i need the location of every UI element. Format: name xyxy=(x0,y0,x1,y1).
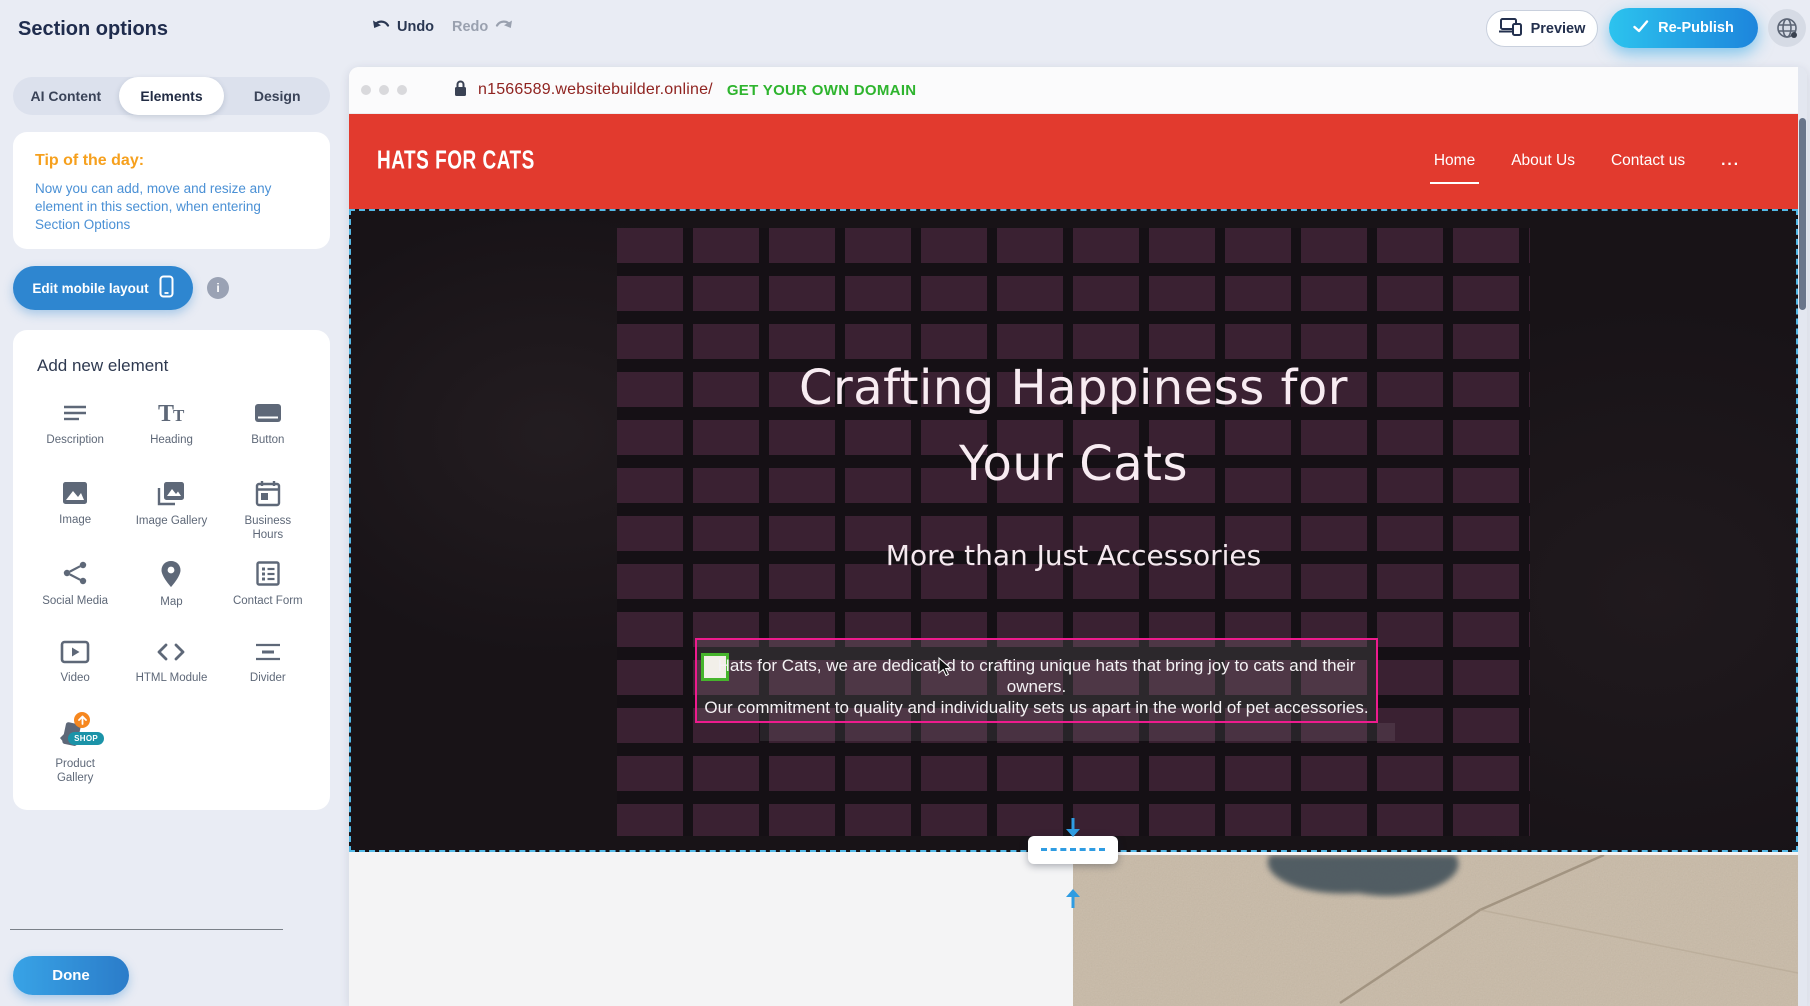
description-icon xyxy=(61,400,89,426)
social-media-icon xyxy=(61,560,89,587)
nav-more-button[interactable]: ... xyxy=(1721,152,1740,172)
element-product-gallery[interactable]: SHOP Product Gallery xyxy=(27,714,123,785)
tab-design[interactable]: Design xyxy=(224,77,330,115)
video-icon xyxy=(60,640,90,664)
element-contact-form[interactable]: Contact Form xyxy=(220,554,316,624)
contact-form-icon xyxy=(255,560,281,587)
mobile-phone-icon xyxy=(159,275,174,301)
element-business-hours[interactable]: Business Hours xyxy=(220,474,316,544)
image-icon xyxy=(61,480,89,506)
element-map[interactable]: Map xyxy=(123,554,219,624)
tile-wall-background xyxy=(617,228,1530,836)
redo-button[interactable]: Redo xyxy=(452,17,513,37)
address-bar-url[interactable]: n1566589.websitebuilder.online/ xyxy=(478,81,713,99)
element-html-module[interactable]: HTML Module xyxy=(123,634,219,704)
hero-heading[interactable]: Crafting Happiness for Your Cats xyxy=(349,350,1798,502)
element-image[interactable]: Image xyxy=(27,474,123,544)
map-icon xyxy=(160,560,182,588)
republish-label: Re-Publish xyxy=(1658,20,1734,36)
info-icon[interactable]: i xyxy=(207,277,229,299)
undo-button[interactable]: Undo xyxy=(372,17,434,37)
browser-chrome: n1566589.websitebuilder.online/ GET YOUR… xyxy=(349,67,1807,114)
business-hours-icon xyxy=(255,480,281,507)
redo-icon xyxy=(494,17,513,37)
language-button[interactable] xyxy=(1768,9,1806,47)
site-preview-window: n1566589.websitebuilder.online/ GET YOUR… xyxy=(349,67,1807,1006)
svg-text:T: T xyxy=(158,401,174,426)
nav-contact-us[interactable]: Contact us xyxy=(1611,152,1685,172)
divider-icon xyxy=(254,640,282,664)
next-section[interactable] xyxy=(349,852,1798,1006)
redo-label: Redo xyxy=(452,19,488,35)
check-icon xyxy=(1633,20,1649,37)
heading-icon: TT xyxy=(156,400,186,426)
globe-icon xyxy=(1775,16,1799,40)
edit-mobile-layout-button[interactable]: Edit mobile layout xyxy=(13,266,193,310)
shop-badge: SHOP xyxy=(68,732,104,745)
button-icon xyxy=(253,400,283,426)
tip-title: Tip of the day: xyxy=(35,152,308,170)
panel-tabs: AI Content Elements Design xyxy=(13,77,330,115)
scrollbar-track[interactable] xyxy=(1798,67,1807,1006)
devices-icon xyxy=(1499,17,1523,40)
element-grid: Description TT Heading Button Image Imag… xyxy=(27,394,316,785)
browser-dots xyxy=(361,85,407,95)
element-description[interactable]: Description xyxy=(27,394,123,464)
nav-home[interactable]: Home xyxy=(1434,152,1475,172)
get-your-own-domain-link[interactable]: GET YOUR OWN DOMAIN xyxy=(727,82,917,99)
tip-of-the-day-card: Tip of the day: Now you can add, move an… xyxy=(13,132,330,249)
html-module-icon xyxy=(156,640,186,664)
hero-subheading[interactable]: More than Just Accessories xyxy=(349,539,1798,572)
nav-about-us[interactable]: About Us xyxy=(1511,152,1575,172)
hero-paragraph: Hats for Cats, we are dedicated to craft… xyxy=(697,655,1376,718)
mouse-cursor xyxy=(938,657,952,682)
done-button[interactable]: Done xyxy=(13,956,129,995)
tip-body: Now you can add, move and resize any ele… xyxy=(35,180,308,234)
republish-button[interactable]: Re-Publish xyxy=(1609,8,1758,48)
add-new-element-panel: Add new element Description TT Heading B… xyxy=(13,330,330,810)
preview-button[interactable]: Preview xyxy=(1486,10,1598,47)
element-button[interactable]: Button xyxy=(220,394,316,464)
lock-icon xyxy=(453,79,468,102)
svg-text:T: T xyxy=(173,406,185,425)
add-new-element-title: Add new element xyxy=(27,356,316,376)
upgrade-arrow-icon xyxy=(74,712,90,728)
site-canvas: HATS FOR CATS Home About Us Contact us .… xyxy=(349,114,1798,1006)
element-video[interactable]: Video xyxy=(27,634,123,704)
tab-elements[interactable]: Elements xyxy=(119,77,225,115)
sidebar-divider xyxy=(10,929,283,930)
site-nav: Home About Us Contact us ... xyxy=(1434,114,1740,209)
product-gallery-icon: SHOP xyxy=(58,720,92,750)
tab-ai-content[interactable]: AI Content xyxy=(13,77,119,115)
drag-shadow xyxy=(760,723,1395,741)
resize-dashed-line xyxy=(1041,848,1105,851)
undo-icon xyxy=(372,17,391,37)
section-resize-handle[interactable] xyxy=(1028,836,1118,864)
selected-text-element[interactable]: Hats for Cats, we are dedicated to craft… xyxy=(695,638,1378,723)
undo-label: Undo xyxy=(397,19,434,35)
site-logo[interactable]: HATS FOR CATS xyxy=(377,147,535,177)
floor-photo xyxy=(1073,855,1798,1006)
element-divider[interactable]: Divider xyxy=(220,634,316,704)
element-heading[interactable]: TT Heading xyxy=(123,394,219,464)
page-title: Section options xyxy=(18,18,168,41)
scrollbar-thumb[interactable] xyxy=(1799,118,1806,310)
site-header: HATS FOR CATS Home About Us Contact us .… xyxy=(349,114,1798,209)
element-social-media[interactable]: Social Media xyxy=(27,554,123,624)
hero-section[interactable]: Crafting Happiness for Your Cats More th… xyxy=(349,209,1798,852)
edit-mobile-label: Edit mobile layout xyxy=(32,281,148,296)
image-gallery-icon xyxy=(156,480,186,507)
element-image-gallery[interactable]: Image Gallery xyxy=(123,474,219,544)
preview-label: Preview xyxy=(1531,21,1586,37)
